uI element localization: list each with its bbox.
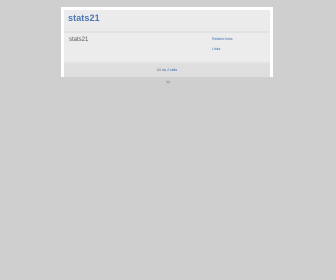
content-panel: stats21 stats21 Related links Links Alt … <box>64 10 270 77</box>
sidebar-link-related[interactable]: Related links <box>212 37 233 41</box>
sidebar-link-links[interactable]: Links <box>212 47 233 51</box>
below-text: hpi <box>165 80 171 84</box>
header: stats21 <box>64 10 270 31</box>
footer: Alt rss 2 stats <box>64 64 270 77</box>
page-frame: stats21 stats21 Related links Links Alt … <box>61 7 273 77</box>
footer-text: Alt rss 2 stats <box>64 68 270 72</box>
main-section: stats21 Related links Links <box>64 33 270 62</box>
site-title[interactable]: stats21 <box>68 13 100 23</box>
main-text: stats21 <box>69 37 89 43</box>
footer-link[interactable]: rss 2 stats <box>162 68 177 72</box>
sidebar: Related links Links <box>212 37 233 57</box>
footer-prefix: Alt <box>156 68 161 72</box>
